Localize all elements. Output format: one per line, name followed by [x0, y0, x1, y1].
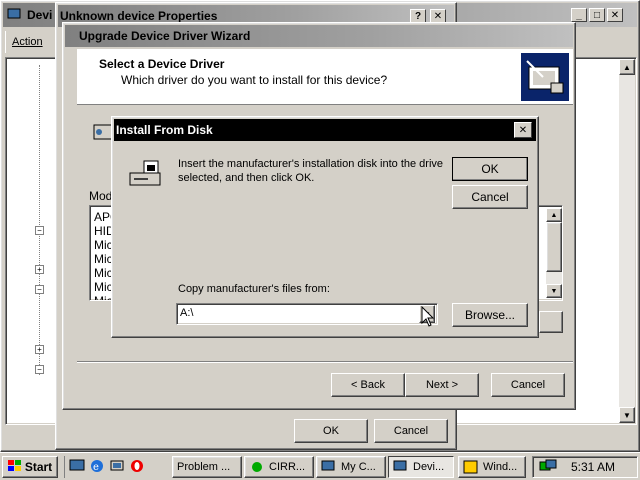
have-disk-button[interactable]: [539, 311, 563, 333]
tree-expander[interactable]: +: [35, 265, 44, 274]
quick-launch: e: [64, 456, 145, 478]
install-cancel-button[interactable]: Cancel: [452, 185, 528, 209]
device-tree-scrollbar[interactable]: ▲ ▼: [619, 59, 635, 423]
wizard-titlebar[interactable]: Upgrade Device Driver Wizard: [65, 25, 573, 47]
model-item[interactable]: Mic: [94, 252, 113, 266]
mouse-pointer-icon: [421, 305, 435, 331]
minimize-button[interactable]: _: [571, 8, 587, 22]
maximize-button[interactable]: □: [589, 8, 605, 22]
taskbar: Start e Problem ... CIRR... My C... Devi…: [0, 452, 640, 480]
taskbar-item-windows[interactable]: Wind...: [458, 456, 526, 478]
wizard-separator: [77, 361, 573, 363]
tree-expander[interactable]: +: [35, 345, 44, 354]
app-icon: [249, 460, 265, 474]
computer-icon: [393, 460, 409, 474]
system-tray: 5:31 AM: [532, 456, 638, 478]
tree-expander[interactable]: −: [35, 226, 44, 235]
opera-icon[interactable]: [129, 458, 145, 477]
wizard-header: Select a Device Driver Which driver do y…: [77, 49, 573, 105]
copy-from-combobox[interactable]: A:\ ▼: [176, 303, 438, 325]
hardware-wizard-icon: [521, 53, 569, 101]
device-manager-caption-buttons: _ □ ✕: [571, 8, 623, 22]
device-manager-title: Devi: [27, 8, 53, 22]
wizard-cancel-button[interactable]: Cancel: [491, 373, 565, 397]
next-button[interactable]: Next >: [405, 373, 479, 397]
internet-explorer-icon[interactable]: e: [89, 458, 105, 477]
properties-ok-button[interactable]: OK: [294, 419, 368, 443]
network-tray-icon[interactable]: [539, 459, 557, 476]
desktop-icon[interactable]: [69, 458, 85, 477]
tree-expander[interactable]: −: [35, 285, 44, 294]
install-from-disk-dialog: Install From Disk ✕ Insert the manufactu…: [111, 116, 539, 338]
wizard-subheading: Which driver do you want to install for …: [121, 73, 388, 87]
computer-icon: [321, 460, 337, 474]
model-item[interactable]: Mic: [94, 266, 113, 280]
properties-title: Unknown device Properties: [60, 9, 218, 23]
scroll-thumb[interactable]: [546, 222, 562, 272]
scroll-up-button[interactable]: ▲: [546, 208, 562, 222]
windows-logo-icon: [7, 459, 22, 475]
models-scrollbar[interactable]: ▲ ▼: [546, 208, 562, 298]
tree-dotted-line: [39, 65, 40, 375]
action-menu[interactable]: Action: [5, 31, 49, 53]
model-item[interactable]: Mic: [94, 238, 113, 252]
wizard-title: Upgrade Device Driver Wizard: [79, 29, 251, 43]
wizard-heading: Select a Device Driver: [99, 57, 225, 71]
computer-icon: [7, 8, 23, 22]
scroll-down-button[interactable]: ▼: [546, 284, 562, 298]
scroll-down-button[interactable]: ▼: [619, 407, 635, 423]
properties-caption-buttons: ? ✕: [410, 9, 446, 23]
model-item[interactable]: Mic: [94, 294, 113, 300]
model-item[interactable]: Mic: [94, 280, 113, 294]
copy-from-label: Copy manufacturer's files from:: [178, 283, 330, 295]
back-button[interactable]: < Back: [331, 373, 405, 397]
help-button[interactable]: ?: [410, 9, 426, 23]
wizard-icon: [463, 460, 479, 474]
install-ok-button[interactable]: OK: [452, 157, 528, 181]
taskbar-item-cirr[interactable]: CIRR...: [244, 456, 314, 478]
taskbar-item-my-computer[interactable]: My C...: [316, 456, 386, 478]
scroll-up-button[interactable]: ▲: [619, 59, 635, 75]
properties-cancel-button[interactable]: Cancel: [374, 419, 448, 443]
taskbar-item-problem[interactable]: Problem ...: [172, 456, 242, 478]
taskbar-item-device-manager[interactable]: Devi...: [388, 456, 454, 478]
close-button[interactable]: ✕: [607, 8, 623, 22]
start-button[interactable]: Start: [2, 456, 58, 478]
install-from-disk-title: Install From Disk: [116, 123, 213, 137]
disk-drive-icon: [128, 159, 164, 192]
browse-button[interactable]: Browse...: [452, 303, 528, 327]
network-icon[interactable]: [109, 458, 125, 477]
clock[interactable]: 5:31 AM: [571, 460, 615, 474]
close-button[interactable]: ✕: [514, 122, 532, 138]
svg-text:e: e: [93, 462, 99, 473]
install-from-disk-titlebar[interactable]: Install From Disk: [114, 119, 536, 141]
install-message: Insert the manufacturer's installation d…: [178, 158, 444, 184]
close-button[interactable]: ✕: [430, 9, 446, 23]
tree-expander[interactable]: −: [35, 365, 44, 374]
copy-from-input[interactable]: A:\: [180, 307, 193, 319]
